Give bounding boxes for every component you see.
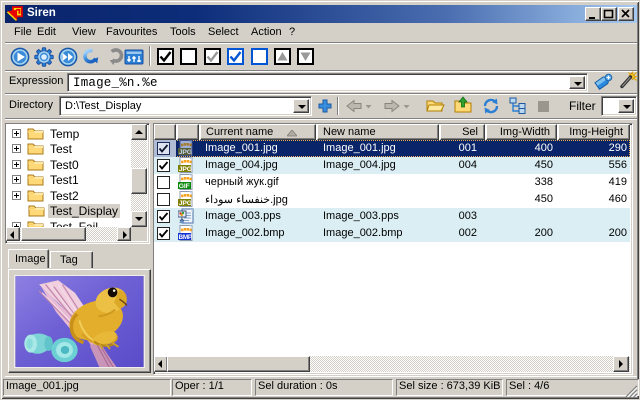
svg-text:JPG: JPG [179, 149, 192, 156]
svg-text:JPG: JPG [179, 166, 192, 173]
svg-text:JPG: JPG [179, 200, 192, 207]
svg-text:GIF: GIF [179, 183, 190, 190]
svg-text:BMP: BMP [179, 234, 193, 241]
